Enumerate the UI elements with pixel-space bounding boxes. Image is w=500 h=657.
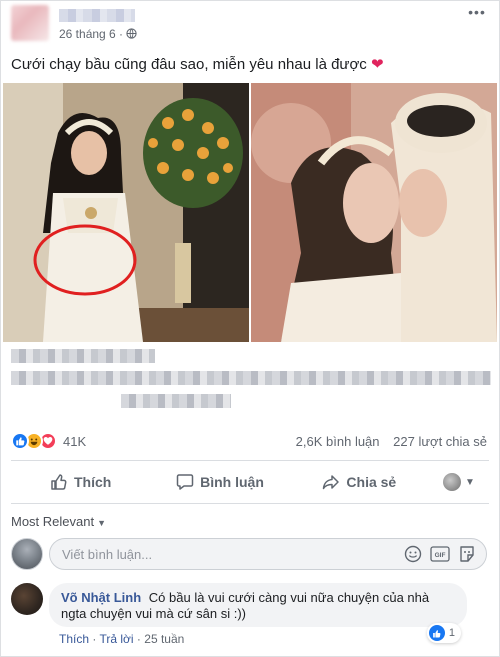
author-avatar-blurred[interactable]: [11, 5, 49, 41]
like-button-label: Thích: [73, 474, 112, 490]
heart-emoji-icon: ❤: [370, 56, 384, 73]
blurred-text-line: [11, 349, 155, 363]
globe-icon: [126, 28, 138, 39]
comment-input-placeholder: Viết bình luận...: [62, 547, 153, 562]
gif-label: GIF: [435, 552, 446, 559]
reaction-summary[interactable]: 41K: [11, 432, 86, 450]
photo-couple-right[interactable]: [251, 83, 497, 342]
comment-reply-link[interactable]: Trả lời: [99, 632, 133, 646]
current-user-avatar[interactable]: [11, 538, 43, 570]
like-button[interactable]: Thích: [11, 464, 150, 500]
comment-bubble-icon: [176, 474, 194, 490]
share-arrow-icon: [323, 475, 340, 490]
divider: [11, 460, 489, 461]
comment-sort-dropdown[interactable]: Most Relevant ▼: [11, 514, 106, 529]
page-avatar-icon: [443, 473, 462, 491]
comment-like-link[interactable]: Thích: [59, 632, 89, 646]
comment-button[interactable]: Bình luận: [150, 464, 289, 500]
comment-meta: Thích · Trả lời · 25 tuần: [59, 632, 184, 646]
comment-count[interactable]: 2,6K bình luận: [296, 434, 380, 449]
sticker-icon[interactable]: [458, 545, 476, 563]
engagement-stats: 2,6K bình luận 227 lượt chia sẻ: [286, 434, 487, 449]
author-name-blurred[interactable]: [59, 9, 135, 22]
reaction-count[interactable]: 41K: [63, 434, 86, 449]
share-button-label: Chia sẻ: [346, 474, 397, 490]
post-caption: Cưới chạy bầu cũng đâu sao, miễn yêu nha…: [11, 56, 384, 73]
reaction-audience-selector[interactable]: ▼: [429, 464, 489, 500]
comment-reaction-badge[interactable]: 1: [426, 623, 461, 643]
comment-button-label: Bình luận: [200, 474, 264, 490]
caret-down-icon: ▼: [97, 518, 107, 528]
thumbs-up-icon: [51, 474, 67, 490]
sort-label: Most Relevant: [11, 514, 95, 529]
comment-input-tools: GIF: [404, 545, 476, 563]
commenter-avatar[interactable]: [11, 583, 43, 615]
share-count[interactable]: 227 lượt chia sẻ: [393, 434, 487, 449]
comment-author[interactable]: Võ Nhật Linh: [61, 590, 141, 605]
comment-input[interactable]: Viết bình luận... GIF: [49, 538, 487, 570]
emoji-icon[interactable]: [404, 545, 422, 563]
post-card: 26 tháng 6 · ••• Cưới chạy bầu cũng đâu …: [0, 0, 500, 657]
post-date[interactable]: 26 tháng 6 ·: [59, 27, 138, 41]
like-reaction-icon: [11, 432, 29, 450]
photo-couple-illustration: [251, 83, 497, 342]
comment-like-count: 1: [448, 627, 455, 639]
gif-icon[interactable]: GIF: [430, 546, 450, 562]
more-horizontal-icon[interactable]: •••: [465, 5, 489, 19]
blurred-text-line: [11, 371, 491, 385]
photo-bride-illustration: [3, 83, 249, 342]
like-reaction-icon: [428, 625, 445, 641]
divider: [11, 503, 489, 504]
photo-bride-left[interactable]: [3, 83, 249, 342]
action-bar: Thích Bình luận Chia sẻ ▼: [11, 464, 489, 500]
caret-down-icon: ▼: [465, 476, 475, 488]
post-photos[interactable]: [3, 83, 497, 342]
comment-age[interactable]: 25 tuần: [144, 632, 184, 646]
share-button[interactable]: Chia sẻ: [290, 464, 429, 500]
blurred-text-line: [121, 394, 231, 408]
comment-bubble: Võ Nhật Linh Có bầu là vui cưới càng vui…: [49, 583, 467, 627]
post-header: 26 tháng 6 · •••: [1, 1, 499, 45]
